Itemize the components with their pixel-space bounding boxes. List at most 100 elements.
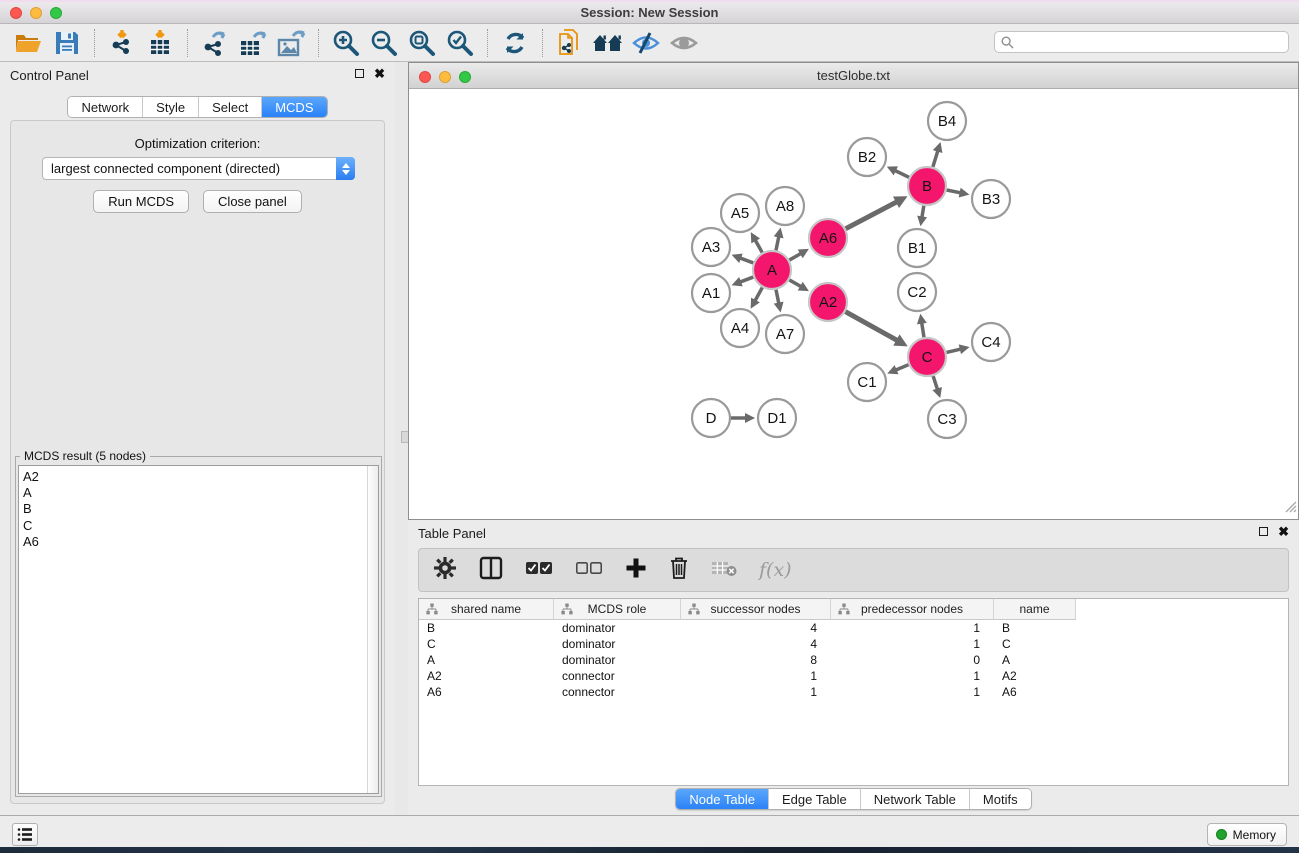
table-row[interactable]: Bdominator41B	[419, 620, 1288, 636]
delete-table-button[interactable]	[711, 559, 737, 582]
graph-edge-D-D1[interactable]	[731, 413, 755, 423]
column-header-shared-name[interactable]: shared name	[419, 599, 554, 620]
refresh-button[interactable]	[496, 27, 534, 59]
network-from-file-button[interactable]	[551, 27, 589, 59]
table-row[interactable]: A6connector11A6	[419, 684, 1288, 700]
graph-node-A7[interactable]: A7	[766, 315, 804, 353]
show-graphics-details-button[interactable]	[665, 27, 703, 59]
graph-edge-B-B2[interactable]	[887, 166, 909, 177]
network-window-titlebar[interactable]: testGlobe.txt	[409, 63, 1298, 89]
mcds-result-list[interactable]: A2ABCA6	[18, 465, 379, 794]
graph-edge-A-A3[interactable]	[732, 254, 754, 263]
close-panel-button[interactable]: Close panel	[203, 190, 302, 213]
graph-edge-B-B3[interactable]	[947, 188, 970, 198]
graph-edge-A2-C[interactable]	[845, 312, 907, 347]
list-item[interactable]: B	[23, 501, 378, 517]
graph-node-D[interactable]: D	[692, 399, 730, 437]
graph-edge-A-A5[interactable]	[751, 232, 762, 252]
graph-node-B[interactable]: B	[908, 167, 946, 205]
select-all-rows-button[interactable]	[525, 560, 553, 581]
graph-node-A1[interactable]: A1	[692, 274, 730, 312]
function-builder-button[interactable]: f(x)	[759, 559, 792, 581]
list-item[interactable]: A6	[23, 534, 378, 550]
list-item[interactable]: A2	[23, 469, 378, 485]
tab-network[interactable]: Network	[68, 97, 143, 117]
graph-node-A2[interactable]: A2	[809, 283, 847, 321]
graph-edge-A6-B[interactable]	[846, 196, 908, 228]
column-header-predecessor-nodes[interactable]: predecessor nodes	[831, 599, 994, 620]
tab-network-table[interactable]: Network Table	[861, 789, 970, 809]
graph-node-A5[interactable]: A5	[721, 194, 759, 232]
zoom-selected-button[interactable]	[441, 27, 479, 59]
show-columns-button[interactable]	[479, 556, 503, 585]
graph-edge-C-C3[interactable]	[932, 376, 942, 398]
column-header-successor-nodes[interactable]: successor nodes	[681, 599, 831, 620]
memory-button[interactable]: Memory	[1207, 823, 1287, 846]
graph-edge-A-A8[interactable]	[774, 228, 784, 251]
graph-node-D1[interactable]: D1	[758, 399, 796, 437]
graph-node-C2[interactable]: C2	[898, 273, 936, 311]
network-graph[interactable]: B4 B2 B B3 A5A8A6 A3 B1 A C2 A1 A2 A4A7 C4 C C1 C3 D D1	[409, 89, 1298, 519]
tab-select[interactable]: Select	[199, 97, 262, 117]
graph-edge-A-A2[interactable]	[789, 280, 809, 291]
zoom-in-button[interactable]	[327, 27, 365, 59]
graph-node-C3[interactable]: C3	[928, 400, 966, 438]
export-image-button[interactable]	[272, 27, 310, 59]
graph-node-A6[interactable]: A6	[809, 219, 847, 257]
optimization-criterion-select[interactable]: largest connected component (directed)	[42, 157, 355, 180]
graph-node-A[interactable]: A	[753, 251, 791, 289]
graph-edge-A-A1[interactable]	[732, 277, 754, 286]
export-table-button[interactable]	[234, 27, 272, 59]
zoom-network-button[interactable]	[459, 71, 471, 83]
graph-node-A8[interactable]: A8	[766, 187, 804, 225]
result-scrollbar[interactable]	[367, 466, 378, 793]
import-network-button[interactable]	[103, 27, 141, 59]
close-network-button[interactable]	[419, 71, 431, 83]
tab-edge-table[interactable]: Edge Table	[769, 789, 861, 809]
graph-node-C4[interactable]: C4	[972, 323, 1010, 361]
task-history-button[interactable]	[12, 823, 38, 846]
float-panel-icon[interactable]	[355, 69, 364, 78]
graph-edge-B-B1[interactable]	[917, 206, 927, 227]
graph-node-B4[interactable]: B4	[928, 102, 966, 140]
table-row[interactable]: Cdominator41C	[419, 636, 1288, 652]
graph-edge-A-A7[interactable]	[774, 290, 784, 313]
graph-node-A3[interactable]: A3	[692, 228, 730, 266]
open-session-button[interactable]	[10, 27, 48, 59]
graph-node-A4[interactable]: A4	[721, 309, 759, 347]
tab-node-table[interactable]: Node Table	[676, 789, 769, 809]
list-item[interactable]: C	[23, 518, 378, 534]
minimize-network-button[interactable]	[439, 71, 451, 83]
deselect-all-rows-button[interactable]	[575, 560, 603, 581]
graph-node-C[interactable]: C	[908, 338, 946, 376]
save-session-button[interactable]	[48, 27, 86, 59]
graph-edge-C-C4[interactable]	[946, 344, 969, 354]
tab-motifs[interactable]: Motifs	[970, 789, 1031, 809]
zoom-fit-button[interactable]	[403, 27, 441, 59]
search-field[interactable]	[994, 31, 1289, 53]
network-canvas[interactable]: B4 B2 B B3 A5A8A6 A3 B1 A C2 A1 A2 A4A7 C4 C C1 C3 D D1	[409, 89, 1298, 519]
run-mcds-button[interactable]: Run MCDS	[93, 190, 189, 213]
tab-style[interactable]: Style	[143, 97, 199, 117]
graph-edge-C-C1[interactable]	[887, 365, 908, 375]
column-header-mcds-role[interactable]: MCDS role	[554, 599, 681, 620]
table-row[interactable]: A2connector11A2	[419, 668, 1288, 684]
search-input[interactable]	[1018, 34, 1282, 50]
zoom-window-button[interactable]	[50, 7, 62, 19]
graph-node-B1[interactable]: B1	[898, 229, 936, 267]
table-options-button[interactable]	[433, 556, 457, 585]
graph-edge-C-C2[interactable]	[917, 314, 927, 337]
graph-node-C1[interactable]: C1	[848, 363, 886, 401]
dropdown-stepper[interactable]	[336, 157, 355, 180]
add-column-button[interactable]	[625, 557, 647, 584]
graph-edge-B-B4[interactable]	[933, 142, 943, 167]
hide-graphics-details-button[interactable]	[627, 27, 665, 59]
minimize-window-button[interactable]	[30, 7, 42, 19]
export-network-button[interactable]	[196, 27, 234, 59]
graph-node-B3[interactable]: B3	[972, 180, 1010, 218]
delete-column-button[interactable]	[669, 556, 689, 585]
graph-edge-A-A4[interactable]	[751, 288, 763, 309]
graph-edge-A-A6[interactable]	[789, 249, 809, 260]
float-table-panel-icon[interactable]	[1259, 527, 1268, 536]
graph-node-B2[interactable]: B2	[848, 138, 886, 176]
